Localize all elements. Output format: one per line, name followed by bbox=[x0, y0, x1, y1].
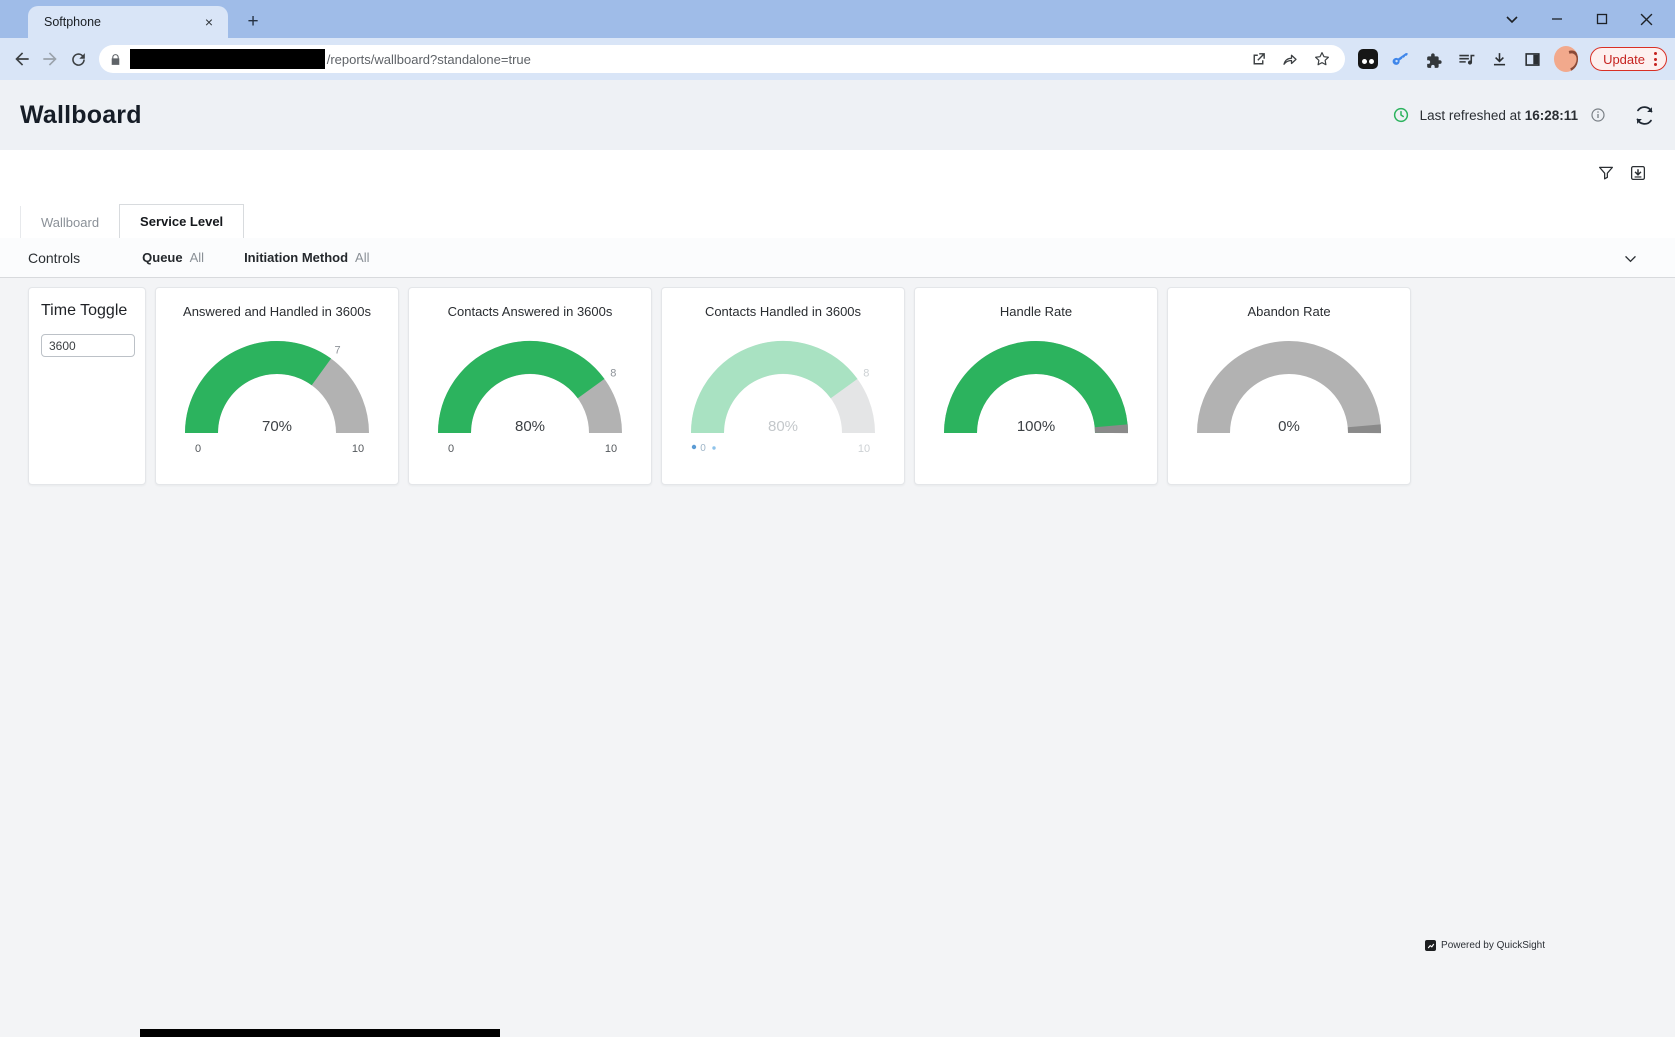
gauge-value: 80% bbox=[768, 418, 798, 435]
gauge-axis-min: 0 bbox=[700, 443, 706, 454]
filter-icon[interactable] bbox=[1597, 164, 1615, 182]
reload-icon[interactable] bbox=[65, 45, 91, 73]
filter-queue[interactable]: Queue All bbox=[142, 250, 204, 265]
maximize-button[interactable] bbox=[1579, 0, 1624, 38]
gauge-chart: 80% 0 10 8 bbox=[668, 325, 898, 457]
extensions-puzzle-icon[interactable] bbox=[1423, 48, 1445, 70]
gauge-axis-min: 0 bbox=[448, 443, 454, 455]
gauge-title: Contacts Answered in 3600s bbox=[448, 304, 613, 319]
minimize-button[interactable] bbox=[1534, 0, 1579, 38]
controls-bar: Controls Queue All Initiation Method All bbox=[0, 238, 1675, 278]
gauge-axis-max: 10 bbox=[858, 443, 870, 455]
side-panel-icon[interactable] bbox=[1522, 48, 1544, 70]
dashboard-canvas: Time Toggle Answered and Handled in 3600… bbox=[0, 278, 1675, 1037]
tab-search-icon[interactable] bbox=[1489, 0, 1534, 38]
lock-icon bbox=[109, 52, 122, 67]
last-refreshed-time: 16:28:11 bbox=[1525, 108, 1578, 123]
share-icon[interactable] bbox=[1281, 50, 1299, 68]
cards-row: Time Toggle Answered and Handled in 3600… bbox=[28, 287, 1675, 485]
refresh-icon[interactable] bbox=[1634, 105, 1655, 126]
gauge-value: 100% bbox=[1017, 418, 1055, 435]
bookmark-star-icon[interactable] bbox=[1313, 50, 1331, 68]
tab-service-level[interactable]: Service Level bbox=[119, 204, 244, 238]
browser-tab[interactable]: Softphone × bbox=[28, 6, 228, 38]
time-toggle-title: Time Toggle bbox=[41, 302, 133, 320]
menu-kebab-icon[interactable] bbox=[1651, 52, 1660, 66]
gauge-value: 70% bbox=[262, 418, 292, 435]
gauge-card: Abandon Rate 0% bbox=[1167, 287, 1411, 485]
update-label: Update bbox=[1603, 52, 1645, 67]
gauge-axis-max: 10 bbox=[352, 443, 364, 455]
gauge-axis-min: 0 bbox=[195, 443, 201, 455]
gauge-value: 0% bbox=[1278, 418, 1300, 435]
open-in-new-icon[interactable] bbox=[1250, 51, 1267, 68]
browser-tab-title: Softphone bbox=[44, 15, 200, 29]
gauge-title: Abandon Rate bbox=[1247, 304, 1330, 319]
browser-toolbar: /reports/wallboard?standalone=true bbox=[0, 38, 1675, 80]
gauge-title: Handle Rate bbox=[1000, 304, 1072, 319]
gauge-value: 80% bbox=[515, 418, 545, 435]
last-refreshed-text: Last refreshed at 16:28:11 bbox=[1420, 108, 1578, 123]
url-redacted bbox=[130, 49, 325, 69]
powered-by-text: Powered by QuickSight bbox=[1441, 940, 1545, 951]
gauge-chart: 70% 0 10 7 bbox=[162, 325, 392, 457]
controls-collapse-chevron-icon[interactable] bbox=[1622, 250, 1639, 272]
filter-initiation-method[interactable]: Initiation Method All bbox=[244, 250, 369, 265]
time-toggle-card: Time Toggle bbox=[28, 287, 146, 485]
powered-by-badge: Powered by QuickSight bbox=[1425, 940, 1545, 951]
quicksight-panel: Wallboard Service Level Controls Queue A… bbox=[0, 150, 1675, 278]
sheet-tab-bar: Wallboard Service Level bbox=[20, 204, 244, 238]
gauge-chart: 80% 0 10 8 bbox=[415, 325, 645, 457]
downloads-icon[interactable] bbox=[1489, 48, 1511, 70]
browser-titlebar: Softphone × + bbox=[0, 0, 1675, 38]
export-icon[interactable] bbox=[1629, 164, 1647, 182]
gauge-axis-max: 10 bbox=[605, 443, 617, 455]
gauge-chart: 100% bbox=[921, 325, 1151, 457]
back-icon[interactable] bbox=[9, 45, 35, 73]
timer-icon bbox=[1392, 106, 1410, 124]
gauge-card: Contacts Handled in 3600s 80% 0 10 8 bbox=[661, 287, 905, 485]
quicksight-logo-icon bbox=[1425, 940, 1436, 951]
info-icon[interactable] bbox=[1590, 107, 1606, 123]
tab-wallboard[interactable]: Wallboard bbox=[20, 206, 119, 238]
gauge-threshold-label: 7 bbox=[334, 345, 340, 357]
gauge-chart: 0% bbox=[1174, 325, 1404, 457]
gauge-threshold-label: 8 bbox=[863, 368, 869, 380]
time-toggle-input[interactable] bbox=[41, 334, 135, 357]
browser-window: Softphone × + bbox=[0, 0, 1675, 1037]
gauge-title: Answered and Handled in 3600s bbox=[183, 304, 371, 319]
new-tab-button[interactable]: + bbox=[240, 9, 266, 35]
key-extension-icon[interactable] bbox=[1390, 48, 1412, 70]
controls-label: Controls bbox=[28, 250, 80, 266]
gauge-title: Contacts Handled in 3600s bbox=[705, 304, 861, 319]
redaction-bar bbox=[140, 1029, 500, 1037]
url-path: /reports/wallboard?standalone=true bbox=[327, 52, 1250, 67]
profile-avatar[interactable] bbox=[1554, 46, 1578, 72]
queue-list-icon[interactable] bbox=[1456, 48, 1478, 70]
gauge-card: Contacts Answered in 3600s 80% 0 10 8 bbox=[408, 287, 652, 485]
gauge-threshold-label: 8 bbox=[610, 368, 616, 380]
url-bar[interactable]: /reports/wallboard?standalone=true bbox=[99, 45, 1345, 73]
forward-icon[interactable] bbox=[37, 45, 63, 73]
close-button[interactable] bbox=[1624, 0, 1669, 38]
page-content: Wallboard Last refreshed at 16:28:11 bbox=[0, 80, 1675, 1037]
gauge-card: Handle Rate 100% bbox=[914, 287, 1158, 485]
page-title: Wallboard bbox=[20, 101, 142, 130]
chrome-update-button[interactable]: Update bbox=[1590, 47, 1667, 71]
dark-extension-icon[interactable] bbox=[1357, 48, 1379, 70]
page-header: Wallboard Last refreshed at 16:28:11 bbox=[0, 80, 1675, 150]
gauge-card: Answered and Handled in 3600s 70% 0 10 7 bbox=[155, 287, 399, 485]
tab-close-icon[interactable]: × bbox=[200, 13, 218, 31]
